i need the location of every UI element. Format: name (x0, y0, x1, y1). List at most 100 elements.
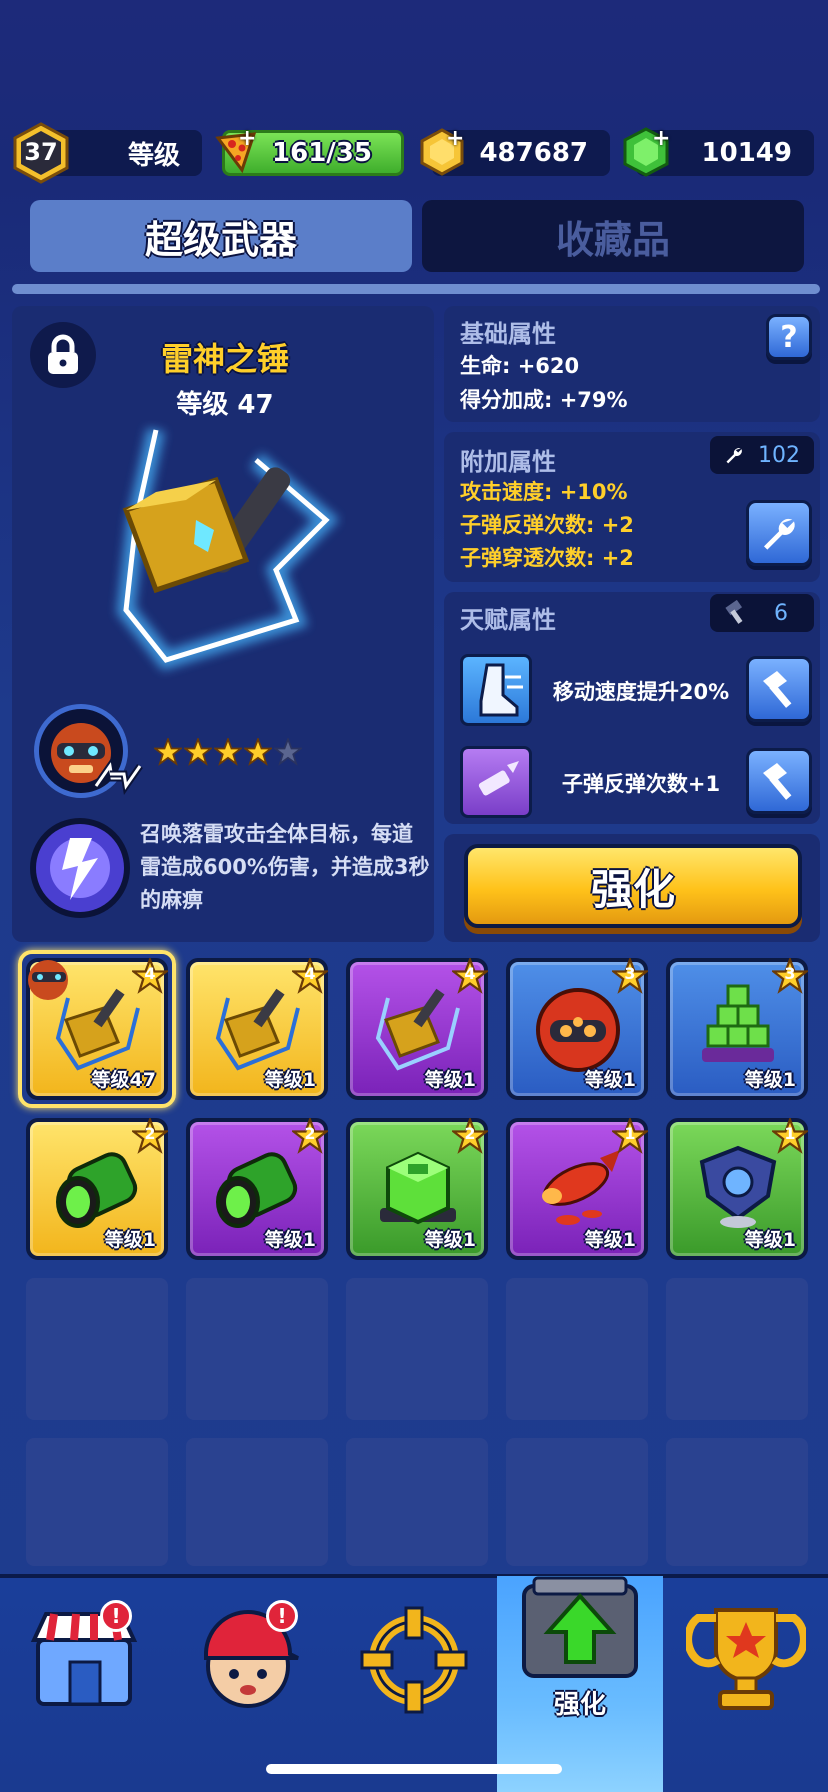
tab-super-weapon-label: 超级武器 (144, 217, 297, 262)
item-level: 等级1 (584, 1229, 636, 1251)
item-level: 等级1 (584, 1069, 636, 1091)
empty-slot (506, 1278, 648, 1420)
wrench-counter: 102 (710, 436, 814, 474)
help-button[interactable]: ? (766, 314, 812, 360)
crosshair-icon (360, 1606, 468, 1714)
help-icon: ? (780, 319, 798, 355)
shop-alert-badge: ! (100, 1600, 132, 1632)
level-badge-icon: 37 (13, 122, 69, 184)
item-level: 等级1 (744, 1229, 796, 1251)
talent-hammer-button[interactable] (746, 656, 812, 722)
inventory-item[interactable]: 2 等级1 (186, 1116, 330, 1260)
hammer-count: 6 (774, 600, 788, 626)
energy-value: 161/35 (272, 138, 372, 168)
inventory-item[interactable]: 1 等级1 (506, 1116, 650, 1260)
player-level: 37 (24, 138, 57, 166)
lightning-skill-icon[interactable] (26, 814, 134, 922)
level-label: 等级 (127, 140, 180, 171)
upgrade-button[interactable]: 强化 (464, 844, 802, 928)
nav-trophy[interactable] (684, 1600, 808, 1720)
star-icon (244, 738, 272, 766)
gem-value: 10149 (701, 138, 792, 168)
item-level: 等级1 (264, 1069, 316, 1091)
talent-attr-title: 天赋属性 (460, 606, 556, 634)
base-attr-line: 生命: +620 (460, 354, 580, 378)
rarity-star-icon: 4 (130, 956, 170, 994)
hero-mini-icon (28, 960, 68, 1000)
tab-divider (12, 284, 820, 294)
base-attr-line: 得分加成: +79% (460, 388, 628, 412)
inventory-item[interactable]: 4 等级1 (346, 956, 490, 1100)
star-empty-icon (274, 738, 302, 766)
tab-collectibles[interactable]: 收藏品 (422, 200, 804, 272)
weapon-name: 雷神之锤 (160, 340, 289, 378)
energy-add-icon[interactable]: + (238, 128, 256, 150)
inventory-item[interactable]: 4 等级1 (186, 956, 330, 1100)
star-rating (154, 738, 302, 766)
star-icon (214, 738, 242, 766)
swap-icon[interactable] (92, 756, 144, 796)
wrench-icon (726, 447, 742, 464)
rarity-star-icon: 2 (290, 1116, 330, 1154)
empty-slot (666, 1278, 808, 1420)
reforge-button[interactable] (746, 500, 812, 566)
hammer-icon (725, 600, 743, 624)
wrench-icon (764, 518, 795, 550)
hammer-icon (763, 671, 792, 708)
gold-add-icon[interactable]: + (446, 128, 464, 150)
tab-super-weapon[interactable]: 超级武器 (30, 200, 412, 272)
bullet-icon (460, 746, 532, 818)
nav-upgrade[interactable] (520, 1570, 640, 1690)
inventory-item[interactable]: 1 等级1 (666, 1116, 810, 1260)
inventory-item[interactable]: 4 等级47 (26, 956, 170, 1100)
empty-slot (346, 1278, 488, 1420)
thor-hammer-icon (116, 428, 340, 671)
hero-alert-badge: ! (266, 1600, 298, 1632)
rarity-star-icon: 4 (450, 956, 490, 994)
nav-upgrade-label: 强化 (553, 1690, 606, 1720)
nav-battle[interactable] (354, 1600, 474, 1720)
trophy-icon (684, 1608, 808, 1710)
lock-icon (48, 334, 78, 374)
inventory-item[interactable]: 2 等级1 (346, 1116, 490, 1260)
tab-collectibles-label: 收藏品 (555, 217, 670, 262)
item-level: 等级1 (744, 1069, 796, 1091)
inventory-item[interactable]: 2 等级1 (26, 1116, 170, 1260)
empty-slot (186, 1438, 328, 1566)
rarity-star-icon: 4 (290, 956, 330, 994)
gold-value: 487687 (479, 138, 588, 168)
star-icon (184, 738, 212, 766)
item-level: 等级1 (424, 1069, 476, 1091)
lock-button[interactable] (30, 322, 96, 388)
rarity-star-icon: 3 (770, 956, 810, 994)
rarity-star-icon: 3 (610, 956, 650, 994)
home-indicator[interactable] (266, 1764, 562, 1774)
empty-slot (26, 1278, 168, 1420)
rarity-star-icon: 2 (450, 1116, 490, 1154)
gem-add-icon[interactable]: + (652, 128, 670, 150)
upgrade-arrow-icon (522, 1576, 638, 1678)
item-level: 等级1 (424, 1229, 476, 1251)
hammer-icon (763, 763, 792, 800)
rarity-star-icon: 1 (610, 1116, 650, 1154)
inventory-item[interactable]: 3 等级1 (506, 956, 650, 1100)
wrench-count: 102 (758, 442, 800, 468)
item-level: 等级47 (91, 1069, 156, 1091)
item-level: 等级1 (104, 1229, 156, 1251)
item-level: 等级1 (264, 1229, 316, 1251)
talent-label: 移动速度提升20% (552, 680, 730, 704)
extra-attr-title: 附加属性 (460, 448, 556, 476)
weapon-level: 等级 47 (176, 390, 274, 420)
base-attr-title: 基础属性 (460, 320, 556, 348)
talent-hammer-button[interactable] (746, 748, 812, 814)
empty-slot (666, 1438, 808, 1566)
empty-slot (26, 1438, 168, 1566)
star-icon (154, 738, 182, 766)
extra-attr-line: 子弹穿透次数: +2 (460, 546, 634, 570)
boot-icon (460, 654, 532, 726)
extra-attr-line: 攻击速度: +10% (460, 480, 628, 504)
inventory-item[interactable]: 3 等级1 (666, 956, 810, 1100)
hammer-counter: 6 (710, 594, 814, 632)
skill-description: 召唤落雷攻击全体目标，每道雷造成600%伤害，并造成3秒的麻痹 (140, 822, 430, 912)
rarity-star-icon: 2 (130, 1116, 170, 1154)
